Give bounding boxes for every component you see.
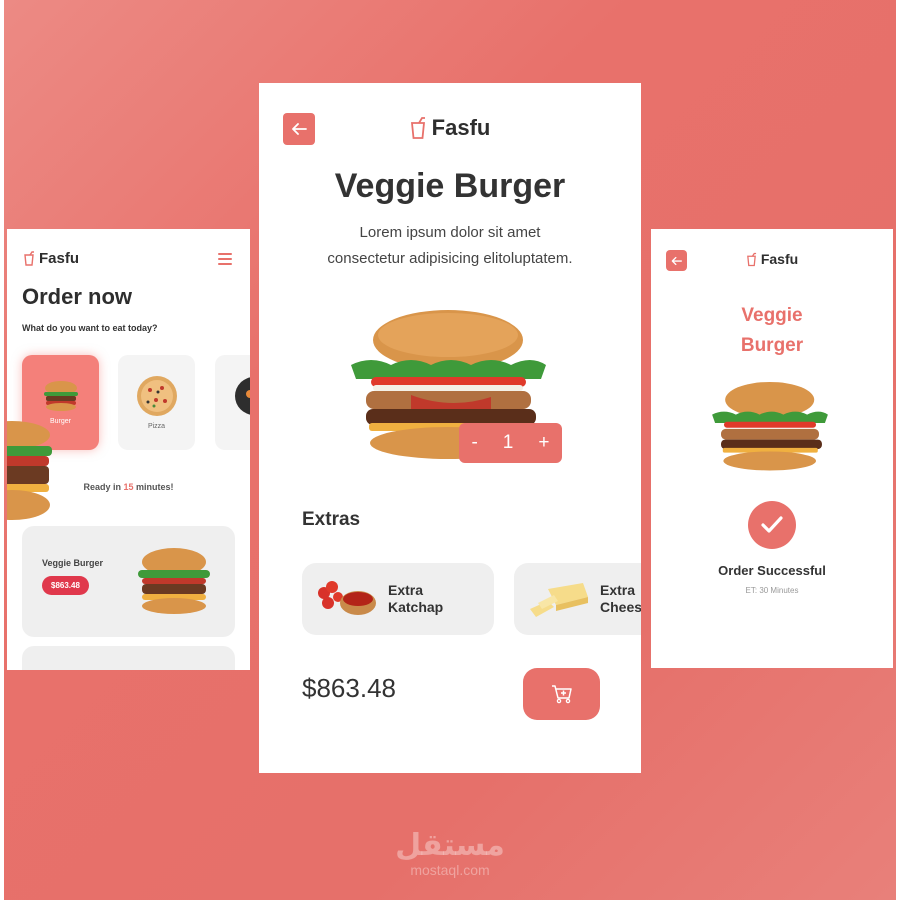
brand-logo: Fasfu [23, 250, 79, 267]
cup-icon [24, 251, 34, 266]
product-card[interactable]: Veggie Burger $863.48 [22, 526, 235, 637]
category-label: Burger [49, 418, 71, 425]
brand-name: Fasfu [431, 115, 491, 140]
brand-name: Fasfu [39, 250, 80, 267]
ready-minutes: 15 [123, 482, 134, 492]
watermark-latin: mostaql.com [410, 862, 490, 878]
watermark: مستقل mostaql.com [0, 828, 900, 879]
product-card[interactable] [22, 646, 235, 670]
add-to-cart-icon [551, 685, 572, 704]
extras-heading: Extras [302, 509, 361, 530]
hamburger-menu-icon[interactable] [218, 253, 232, 265]
quantity-value: 1 [502, 432, 514, 453]
estimated-time: ET: 30 Minutes [745, 586, 799, 595]
extra-label: Extra Chees [600, 582, 641, 615]
increase-button[interactable]: + [538, 432, 549, 454]
ketchup-image [318, 581, 376, 615]
page-subtitle: What do you want to eat today? [22, 323, 158, 333]
brand-logo: Fasfu [259, 115, 641, 141]
brand-name: Fasfu [760, 251, 799, 267]
extra-ketchup-card[interactable]: Extra Katchap [302, 563, 494, 635]
burger-image [712, 381, 828, 471]
order-status: Order Successful [718, 563, 826, 578]
checkmark-icon [761, 516, 783, 533]
category-label: Pizza [147, 423, 166, 430]
product-price-badge[interactable]: $863.48 [42, 576, 89, 595]
decrease-button[interactable]: - [471, 432, 477, 454]
product-detail-screen: Fasfu Veggie Burger Lorem ipsum dolor si… [259, 83, 641, 773]
product-title: Veggie Burger [334, 167, 566, 205]
category-pizza[interactable]: Pizza [118, 355, 195, 450]
burger-image-decoration [7, 421, 52, 520]
pizza-image [136, 376, 177, 416]
quantity-stepper[interactable]: - 1 + [459, 423, 562, 463]
burger-image [43, 381, 78, 411]
extra-cheese-card[interactable]: Extra Chees [514, 563, 641, 635]
cheese-image [530, 583, 588, 617]
page-title: Order now [22, 284, 133, 309]
extra-label: Extra Katchap [388, 582, 444, 615]
watermark-arabic: مستقل [395, 828, 505, 863]
product-name: Veggie Burger [42, 558, 104, 568]
order-success-screen: Fasfu Veggie Burger Order Successful ET:… [651, 229, 893, 668]
category-other[interactable]: Ot [215, 355, 250, 450]
add-to-cart-button[interactable] [523, 668, 600, 720]
other-food-image [234, 377, 250, 415]
product-description: Lorem ipsum dolor sit amet consectetur a… [327, 224, 573, 267]
product-title: Veggie Burger [740, 305, 804, 356]
total-price: $863.48 [302, 673, 396, 703]
cup-icon [410, 117, 425, 139]
success-badge [748, 501, 796, 549]
cup-icon [746, 252, 756, 266]
brand-logo: Fasfu [651, 251, 893, 267]
burger-image [138, 548, 210, 614]
